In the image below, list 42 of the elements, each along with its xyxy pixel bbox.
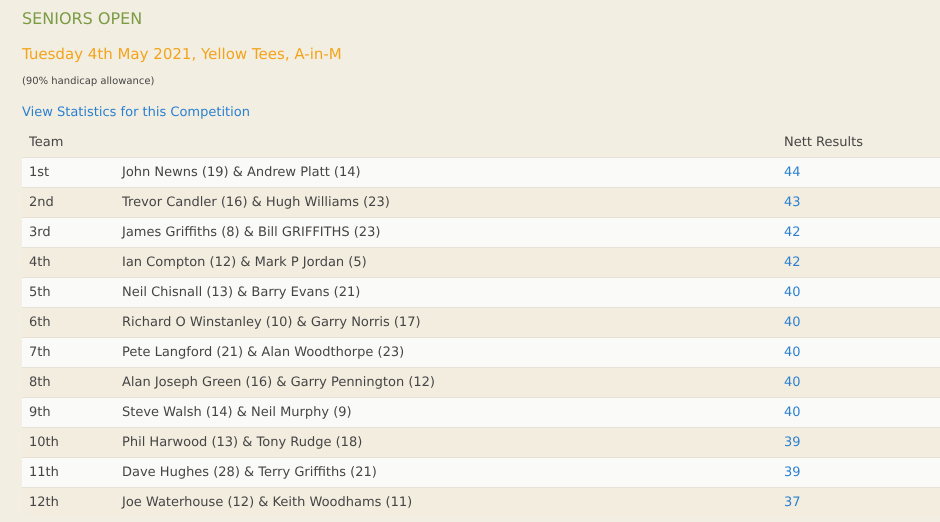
position-cell-text: 2nd [28, 195, 55, 210]
result-link[interactable]: 39 [784, 465, 801, 480]
position-cell-text: 5th [28, 285, 52, 300]
position-cell-text: 6th [28, 315, 52, 330]
result-link[interactable]: 37 [784, 495, 801, 510]
allowance-note: (90% handicap allowance) [22, 75, 156, 89]
result-link[interactable]: 43 [784, 195, 801, 210]
position-cell-text: 1st [28, 165, 50, 180]
result-link[interactable]: 40 [784, 315, 801, 330]
team-cell-text: Dave Hughes (28) & Terry Griffiths (21) [122, 465, 378, 480]
position-cell-text: 11th [28, 465, 60, 480]
result-link[interactable]: 44 [784, 165, 801, 180]
page-title: SENIORS OPEN [22, 8, 144, 30]
team-cell-text: James Griffiths (8) & Bill GRIFFITHS (23) [122, 225, 382, 240]
result-link[interactable]: 40 [784, 405, 801, 420]
column-header: Team [28, 134, 64, 150]
position-cell-text: 4th [28, 255, 52, 270]
team-cell-text: Trevor Candler (16) & Hugh Williams (23) [122, 195, 391, 210]
team-cell-text: Ian Compton (12) & Mark P Jordan (5) [122, 255, 368, 270]
position-cell-text: 3rd [28, 225, 52, 240]
result-link[interactable]: 40 [784, 375, 801, 390]
competition-subtitle: Tuesday 4th May 2021, Yellow Tees, A-in-M [22, 44, 343, 65]
position-cell-text: 8th [28, 375, 52, 390]
column-header: Nett Results [784, 134, 863, 150]
team-cell-text: Neil Chisnall (13) & Barry Evans (21) [122, 285, 362, 300]
team-cell-text: Pete Langford (21) & Alan Woodthorpe (23) [122, 345, 406, 360]
team-cell-text: Alan Joseph Green (16) & Garry Pennington (12) [122, 375, 436, 390]
team-cell-text: Richard O Winstanley (10) & Garry Norris (17) [122, 315, 422, 330]
result-link[interactable]: 40 [784, 285, 801, 300]
team-cell-text: Phil Harwood (13) & Tony Rudge (18) [122, 435, 364, 450]
team-cell-text: Joe Waterhouse (12) & Keith Woodhams (11) [122, 495, 414, 510]
statistics-link[interactable]: View Statistics for this Competition [22, 105, 250, 120]
position-cell-text: 12th [28, 495, 60, 510]
result-link[interactable]: 40 [784, 345, 801, 360]
result-link[interactable]: 42 [784, 225, 801, 240]
position-cell-text: 10th [28, 435, 60, 450]
team-cell-text: Steve Walsh (14) & Neil Murphy (9) [122, 405, 353, 420]
team-cell-text: John Newns (19) & Andrew Platt (14) [122, 165, 362, 180]
position-cell-text: 7th [28, 345, 52, 360]
position-cell-text: 9th [28, 405, 52, 420]
result-link[interactable]: 39 [784, 435, 801, 450]
result-link[interactable]: 42 [784, 255, 801, 270]
